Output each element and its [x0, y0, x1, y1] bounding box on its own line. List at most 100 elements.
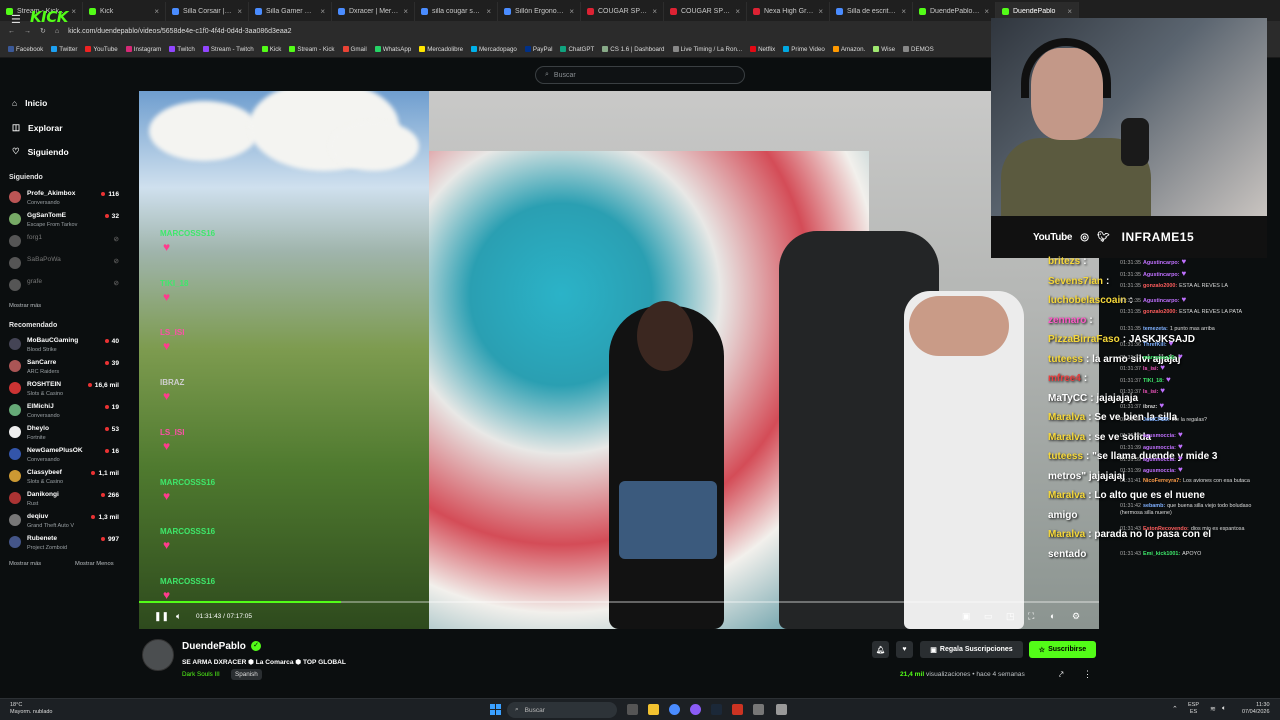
recommended-channel[interactable]: SanCarre ARC Raiders 39	[9, 357, 123, 379]
bookmark-item[interactable]: Netflix	[750, 46, 775, 53]
bookmark-item[interactable]: YouTube	[85, 46, 118, 53]
browser-tab[interactable]: Silla de escritorio R ×	[830, 2, 913, 21]
bookmark-item[interactable]: Wise	[873, 46, 895, 53]
bookmark-item[interactable]: Prime Video	[783, 46, 825, 53]
chrome-icon[interactable]	[669, 704, 680, 715]
chat-username[interactable]: TIKI_18:	[1143, 378, 1164, 384]
recommended-channel[interactable]: Classybeef Slots & Casino 1,1 mil	[9, 467, 123, 489]
recommended-channel[interactable]: Rubenete Project Zomboid 997	[9, 533, 123, 555]
tab-close-icon[interactable]: ×	[403, 7, 408, 16]
speed-icon[interactable]: ◐	[1050, 611, 1055, 621]
bookmark-item[interactable]: Instagram	[125, 46, 161, 53]
bookmark-item[interactable]: Facebook	[8, 46, 43, 53]
tab-close-icon[interactable]: ×	[320, 7, 325, 16]
miniplayer-icon[interactable]: ▣	[962, 611, 971, 622]
recommended-channel[interactable]: deqiuv Grand Theft Auto V 1,3 mil	[9, 511, 123, 533]
tab-close-icon[interactable]: ×	[569, 7, 574, 16]
recommended-channel[interactable]: MoBauCGaming Blood Strike 40	[9, 335, 123, 357]
following-channel[interactable]: grafe ⊘	[9, 276, 123, 298]
tab-close-icon[interactable]: ×	[237, 7, 242, 16]
notification-bell-button[interactable]: 🔔︎	[872, 641, 889, 658]
browser-tab[interactable]: DuendePablo - Wa ×	[913, 2, 996, 21]
chat-username[interactable]: sebamb:	[1143, 503, 1165, 509]
tab-close-icon[interactable]: ×	[818, 7, 823, 16]
chat-username[interactable]: ls_isi:	[1143, 389, 1158, 395]
url-field[interactable]: kick.com/duendepablo/videos/5658de4e-c1f…	[68, 28, 291, 35]
bookmark-item[interactable]: Stream - Kick	[289, 46, 335, 53]
chat-username[interactable]: JotaCH29:	[1143, 417, 1170, 423]
browser-tab[interactable]: COUGAR SPEEDER ×	[581, 2, 664, 21]
weather-widget[interactable]: 18°C Mayorm. nublado	[10, 702, 53, 716]
bookmark-item[interactable]: Live Timing / La Ron...	[672, 46, 742, 53]
bookmark-item[interactable]: Twitch	[169, 46, 195, 53]
recommended-channel[interactable]: Danikongi Rust 266	[9, 489, 123, 511]
discord-icon[interactable]	[690, 704, 701, 715]
chat-username[interactable]: agusmoccia:	[1143, 468, 1176, 474]
streamer-avatar[interactable]	[142, 639, 174, 671]
tab-close-icon[interactable]: ×	[901, 7, 906, 16]
chat-username[interactable]: gonzalo2000:	[1143, 283, 1177, 289]
chat-username[interactable]: Agustincarpo:	[1143, 260, 1180, 266]
chat-username[interactable]: temezeta:	[1143, 326, 1168, 332]
bookmark-item[interactable]: Gmail	[342, 46, 367, 53]
browser-tab[interactable]: Sillón Ergonomics R ×	[498, 2, 581, 21]
game-link[interactable]: Dark Souls III	[182, 671, 220, 678]
hamburger-menu-icon[interactable]: ☰	[11, 13, 21, 26]
bookmark-item[interactable]: Mercadolibre	[419, 46, 463, 53]
tab-close-icon[interactable]: ×	[652, 7, 657, 16]
following-channel[interactable]: Profe_Akimbox Conversando 116	[9, 188, 123, 210]
taskbar-search[interactable]: ⌕ Buscar	[507, 702, 617, 718]
browser-tab[interactable]: Kick ×	[83, 2, 166, 21]
chat-username[interactable]: ls_isi:	[1143, 366, 1158, 372]
subscribe-button[interactable]: ☆ Suscribirse	[1029, 641, 1096, 658]
tab-close-icon[interactable]: ×	[154, 7, 159, 16]
bookmark-item[interactable]: PayPal	[524, 46, 552, 53]
share-icon[interactable]: ⤤	[1059, 670, 1064, 680]
back-icon[interactable]: ←	[8, 28, 15, 35]
settings-gear-icon[interactable]: ⚙	[1072, 611, 1080, 622]
progress-bar[interactable]	[139, 601, 1099, 603]
more-options-icon[interactable]: ⋮	[1083, 669, 1092, 680]
volume-icon[interactable]: 🔈︎	[1222, 705, 1226, 713]
chat-username[interactable]: agusmoccia:	[1143, 445, 1176, 451]
browser-tab[interactable]: Silla Corsair | Merca ×	[166, 2, 249, 21]
recommended-channel[interactable]: NewGamePlusOK Conversando 16	[9, 445, 123, 467]
tab-close-icon[interactable]: ×	[71, 7, 76, 16]
streamer-name[interactable]: DuendePablo	[182, 641, 246, 652]
chat-username[interactable]: agusmoccia:	[1143, 433, 1176, 439]
app-icon-3[interactable]	[776, 704, 787, 715]
tab-close-icon[interactable]: ×	[486, 7, 491, 16]
browser-tab[interactable]: Nexa High Grey - In ×	[747, 2, 830, 21]
browser-tab[interactable]: Silla Gamer Corsair ×	[249, 2, 332, 21]
chat-username[interactable]: ThrefKill:	[1143, 342, 1167, 348]
windows-start-icon[interactable]	[490, 704, 501, 715]
browser-tab[interactable]: COUGAR SPEEDER ×	[664, 2, 747, 21]
chat-username[interactable]: agusmoccia:	[1143, 457, 1176, 463]
bookmark-item[interactable]: DEMOS	[903, 46, 934, 53]
show-less-recommended[interactable]: Mostrar Menos	[75, 561, 114, 567]
gift-subs-button[interactable]: ▣ Regala Suscripciones	[920, 641, 1023, 658]
fullscreen-icon[interactable]: ⛶	[1028, 611, 1034, 622]
pip-icon[interactable]: ◳	[1006, 611, 1015, 622]
bookmark-item[interactable]: Twitter	[51, 46, 77, 53]
kick-logo[interactable]: KICK	[30, 8, 68, 26]
bookmark-item[interactable]: WhatsApp	[374, 46, 411, 53]
nav-inicio[interactable]: ⌂ Inicio	[12, 98, 47, 108]
show-more-recommended[interactable]: Mostrar más	[9, 561, 41, 567]
video-player[interactable]: MARCOSSS16 ♥ TIKI_18 ♥ LS_ISI ♥ IBRAZ ♥ LS_ISI ♥ M…	[139, 91, 1099, 629]
chat-username[interactable]: NicoFerreyra7:	[1143, 478, 1181, 484]
browser-tab[interactable]: silla cougar speede ×	[415, 2, 498, 21]
bookmark-item[interactable]: ChatGPT	[560, 46, 594, 53]
bookmark-item[interactable]: Amazon.	[832, 46, 865, 53]
chat-username[interactable]: gonzalo2000:	[1143, 309, 1177, 315]
chat-username[interactable]: Agustincarpo:	[1143, 272, 1180, 278]
bookmark-item[interactable]: Mercadopago	[471, 46, 517, 53]
forward-icon[interactable]: →	[24, 28, 31, 35]
bookmark-item[interactable]: Stream - Twitch	[202, 46, 254, 53]
show-more-following[interactable]: Mostrar más	[9, 303, 41, 309]
language-indicator[interactable]: ESP ES	[1188, 702, 1199, 716]
home-icon[interactable]: ⌂	[55, 28, 59, 35]
bookmark-item[interactable]: Kick	[261, 46, 281, 53]
reload-icon[interactable]: ↻	[40, 27, 46, 35]
app-icon[interactable]	[732, 704, 743, 715]
